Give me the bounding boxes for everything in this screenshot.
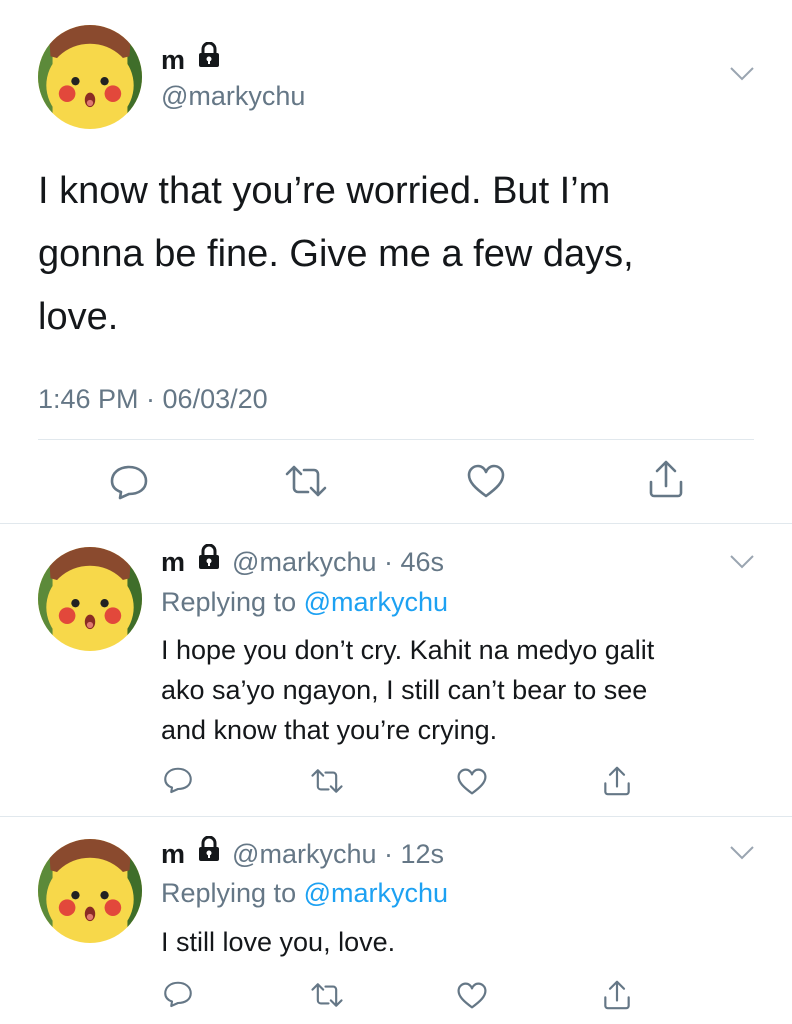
tweet-text-line: love. bbox=[38, 296, 119, 338]
tweet-text: I know that you’re worried. But I’m gonn… bbox=[38, 160, 758, 349]
replying-to-handle[interactable]: @markychu bbox=[304, 878, 448, 908]
replying-to: Replying to @markychu bbox=[161, 585, 448, 619]
reply-icon[interactable] bbox=[163, 980, 193, 1008]
share-icon[interactable] bbox=[603, 980, 631, 1010]
retweet-icon[interactable] bbox=[284, 464, 328, 498]
tweet-text-line: and know that you’re crying. bbox=[161, 715, 498, 745]
like-icon[interactable] bbox=[467, 464, 505, 498]
tweet-text: I hope you don’t cry. Kahit na medyo gal… bbox=[161, 630, 761, 750]
display-name[interactable]: m bbox=[161, 547, 185, 577]
avatar[interactable] bbox=[38, 547, 142, 651]
lock-icon bbox=[197, 41, 221, 75]
tweet-header: m @markychu · 46s bbox=[161, 543, 445, 579]
tweet-text-line: I hope you don’t cry. Kahit na medyo gal… bbox=[161, 635, 655, 665]
share-icon[interactable] bbox=[648, 460, 684, 498]
display-name-row[interactable]: m bbox=[161, 41, 221, 76]
reply-icon[interactable] bbox=[109, 464, 149, 500]
divider bbox=[38, 439, 754, 440]
display-name[interactable]: m bbox=[161, 45, 185, 75]
handle[interactable]: @markychu bbox=[161, 80, 305, 112]
replying-to-label: Replying to bbox=[161, 587, 297, 617]
replying-to-handle[interactable]: @markychu bbox=[304, 587, 448, 617]
handle[interactable]: @markychu bbox=[232, 547, 376, 577]
retweet-icon[interactable] bbox=[310, 982, 344, 1008]
avatar[interactable] bbox=[38, 839, 142, 943]
tweet-text-line: I know that you’re worried. But I’m bbox=[38, 170, 611, 212]
reply-icon[interactable] bbox=[163, 766, 193, 794]
lock-icon bbox=[197, 835, 221, 870]
like-icon[interactable] bbox=[457, 768, 487, 795]
tweet-text-line: ako sa’yo ngayon, I still can’t bear to … bbox=[161, 675, 648, 705]
lock-icon bbox=[197, 543, 221, 578]
display-name[interactable]: m bbox=[161, 839, 185, 869]
handle[interactable]: @markychu bbox=[232, 839, 376, 869]
replying-to: Replying to @markychu bbox=[161, 876, 448, 910]
relative-time[interactable]: 12s bbox=[401, 839, 445, 869]
replying-to-label: Replying to bbox=[161, 878, 297, 908]
like-icon[interactable] bbox=[457, 982, 487, 1009]
separator: · bbox=[376, 547, 401, 577]
avatar[interactable] bbox=[38, 25, 142, 129]
chevron-down-icon[interactable] bbox=[729, 554, 755, 570]
relative-time[interactable]: 46s bbox=[401, 547, 445, 577]
divider bbox=[0, 816, 792, 817]
chevron-down-icon[interactable] bbox=[729, 66, 755, 82]
tweet-text-line: I still love you, love. bbox=[161, 927, 396, 957]
timestamp[interactable]: 1:46 PM · 06/03/20 bbox=[38, 382, 268, 416]
chevron-down-icon[interactable] bbox=[729, 845, 755, 861]
share-icon[interactable] bbox=[603, 766, 631, 796]
retweet-icon[interactable] bbox=[310, 768, 344, 794]
tweet-text: I still love you, love. bbox=[161, 922, 761, 962]
tweet-text-line: gonna be fine. Give me a few days, bbox=[38, 233, 634, 275]
separator: · bbox=[376, 839, 401, 869]
divider bbox=[0, 523, 792, 524]
tweet-header: m @markychu · 12s bbox=[161, 835, 445, 871]
